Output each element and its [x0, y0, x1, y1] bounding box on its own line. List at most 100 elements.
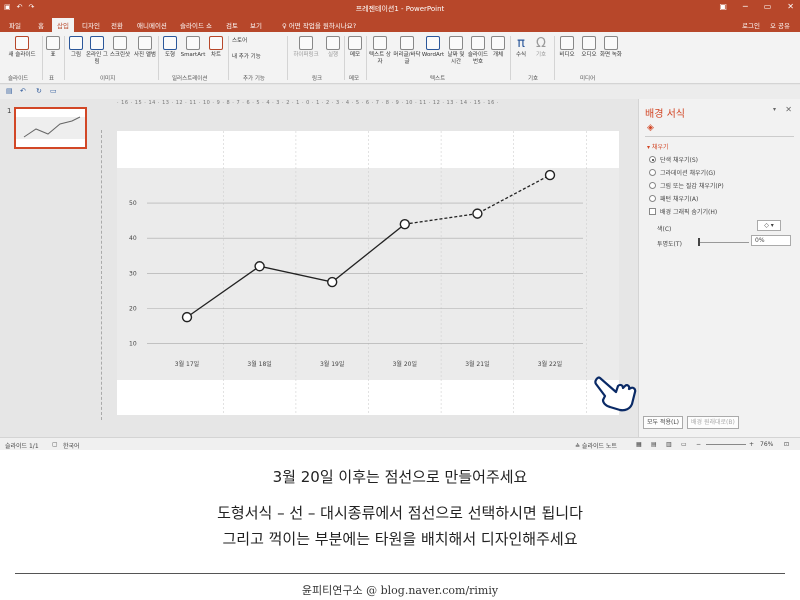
- group-separator: [554, 36, 555, 80]
- close-button[interactable]: ✕: [787, 2, 794, 11]
- tab-animations[interactable]: 애니메이션: [137, 20, 167, 30]
- pane-close-icon[interactable]: ✕: [785, 105, 792, 114]
- fill-option-label: 패턴 채우기(A): [660, 196, 699, 203]
- tab-insert[interactable]: 삽입: [52, 18, 74, 32]
- slideshow-small-icon[interactable]: ▭: [50, 87, 57, 95]
- screenshot-icon: [113, 36, 127, 50]
- vertical-ruler: [101, 130, 107, 420]
- notes-button[interactable]: ≙ 슬라이드 노트: [575, 441, 617, 450]
- store-button[interactable]: 스토어: [232, 38, 272, 45]
- hide-bg-checkbox[interactable]: [649, 208, 656, 215]
- zoom-slider[interactable]: [706, 444, 746, 445]
- color-picker-button[interactable]: ◇ ▾: [757, 220, 781, 231]
- video-button[interactable]: 비디오: [556, 36, 578, 59]
- language-indicator[interactable]: 한국어: [63, 441, 80, 450]
- slide-number-button[interactable]: 슬라이드 번호: [467, 36, 489, 66]
- spellcheck-icon[interactable]: ▢: [52, 441, 58, 448]
- chart-icon: [209, 36, 223, 50]
- normal-view-icon[interactable]: ▦: [636, 441, 642, 448]
- fit-to-window-icon[interactable]: ⊡: [784, 441, 789, 448]
- radio-solid[interactable]: [649, 156, 656, 163]
- slide-canvas[interactable]: 10 20 30 40 50 3월 17일 3월 18일 3월 19일 3월 20일 3월 21…: [117, 131, 619, 415]
- zoom-level[interactable]: 76%: [760, 441, 773, 448]
- radio-picture[interactable]: [649, 182, 656, 189]
- share-button[interactable]: 오 공유: [770, 20, 790, 30]
- redo-small-icon[interactable]: ↻: [36, 87, 42, 95]
- new-slide-button[interactable]: 새 슬라이드: [5, 36, 39, 59]
- reset-background-button[interactable]: 배경 원래대로(B): [687, 416, 739, 429]
- fill-option-pattern[interactable]: 패턴 채우기(A): [649, 194, 698, 203]
- sign-in-link[interactable]: 로그인: [742, 20, 760, 30]
- chart-button[interactable]: 차트: [207, 36, 225, 59]
- transparency-slider-handle[interactable]: [698, 238, 700, 246]
- pictures-button[interactable]: 그림: [66, 36, 86, 59]
- restore-button[interactable]: ▭: [764, 2, 772, 11]
- fill-option-label: 그라데이션 채우기(G): [660, 170, 716, 177]
- shapes-button[interactable]: 도형: [160, 36, 180, 59]
- transparency-input[interactable]: 0%: [751, 235, 791, 246]
- tab-home[interactable]: 홈: [38, 20, 44, 30]
- photo-album-button[interactable]: 사진 앨범: [134, 36, 156, 59]
- date-time-button[interactable]: 날짜 및 시간: [445, 36, 467, 66]
- tab-review[interactable]: 검토: [226, 20, 238, 30]
- pi-icon: π: [517, 36, 525, 51]
- tab-design[interactable]: 디자인: [82, 20, 100, 30]
- slideshow-view-icon[interactable]: ▭: [681, 441, 687, 448]
- apply-to-all-button[interactable]: 모두 적용(L): [643, 416, 684, 429]
- tell-me-search[interactable]: ♀ 어떤 작업을 원하시나요?: [282, 20, 356, 30]
- table-button[interactable]: 표: [44, 36, 62, 59]
- zoom-out-icon[interactable]: −: [696, 441, 701, 448]
- quick-access-row: ▤ ↶ ↻ ▭: [0, 85, 800, 99]
- textbox-button[interactable]: 텍스트 상자: [368, 36, 392, 66]
- save-small-icon[interactable]: ▤: [6, 87, 13, 95]
- tab-slideshow[interactable]: 슬라이드 쇼: [180, 20, 212, 30]
- chart-plot-background: [117, 168, 619, 380]
- equation-button[interactable]: π 수식: [512, 36, 530, 59]
- store-label: 스토어: [232, 38, 248, 44]
- ribbon-display-button[interactable]: ▣: [719, 2, 727, 11]
- undo-small-icon[interactable]: ↶: [20, 87, 26, 95]
- y-tick-label: 40: [129, 235, 137, 242]
- video-icon: [560, 36, 574, 50]
- tab-file[interactable]: 파일: [9, 20, 21, 30]
- group-images-label: 이미지: [100, 76, 116, 82]
- reading-view-icon[interactable]: ▥: [666, 441, 672, 448]
- hyperlink-button[interactable]: 하이퍼링크: [289, 36, 323, 59]
- fill-option-solid[interactable]: 단색 채우기(S): [649, 155, 698, 164]
- y-tick-label: 50: [129, 200, 137, 207]
- radio-pattern[interactable]: [649, 195, 656, 202]
- online-pictures-button[interactable]: 온라인 그림: [86, 36, 108, 66]
- fill-option-picture[interactable]: 그림 또는 질감 채우기(P): [649, 181, 724, 190]
- action-button[interactable]: 실행: [324, 36, 342, 59]
- data-point-marker: [181, 311, 193, 323]
- slide-sorter-icon[interactable]: ▤: [651, 441, 657, 448]
- status-bar: 슬라이드 1/1 ▢ 한국어 ≙ 슬라이드 노트 ▦ ▤ ▥ ▭ − + 76%…: [0, 437, 800, 450]
- slide-thumbnail[interactable]: [14, 107, 87, 149]
- zoom-in-icon[interactable]: +: [749, 441, 754, 448]
- my-addins-button[interactable]: 내 추가 기능: [232, 54, 284, 61]
- screen-recording-button[interactable]: 화면 녹화: [600, 36, 622, 59]
- fill-section-header[interactable]: ▾ 채우기: [647, 142, 668, 151]
- screenshot-button[interactable]: 스크린샷: [108, 36, 132, 59]
- tab-view[interactable]: 보기: [250, 20, 262, 30]
- smartart-button[interactable]: SmartArt: [180, 36, 206, 59]
- paint-bucket-icon[interactable]: ◈: [647, 123, 654, 133]
- y-tick-label: 10: [129, 340, 137, 347]
- audio-button[interactable]: 오디오: [578, 36, 600, 59]
- group-illustrations-label: 일러스트레이션: [172, 76, 208, 82]
- tab-transitions[interactable]: 전환: [111, 20, 123, 30]
- pane-options-icon[interactable]: ▾: [773, 106, 776, 113]
- radio-gradient[interactable]: [649, 169, 656, 176]
- fill-option-gradient[interactable]: 그라데이션 채우기(G): [649, 168, 715, 177]
- group-separator: [64, 36, 65, 80]
- wordart-button[interactable]: WordArt: [421, 36, 445, 59]
- minimize-button[interactable]: ─: [743, 2, 748, 11]
- comment-button[interactable]: 메모: [346, 36, 364, 59]
- transparency-slider-track[interactable]: [699, 242, 749, 243]
- object-button[interactable]: 개체: [489, 36, 507, 59]
- x-tick-label: 3월 22일: [538, 360, 562, 368]
- header-footer-button[interactable]: 머리글/바닥글: [393, 36, 421, 66]
- symbol-button[interactable]: Ω 기호: [532, 36, 550, 59]
- textbox-label: 텍스트 상자: [369, 52, 391, 65]
- hide-bg-graphics-option[interactable]: 배경 그래픽 숨기기(H): [649, 207, 717, 216]
